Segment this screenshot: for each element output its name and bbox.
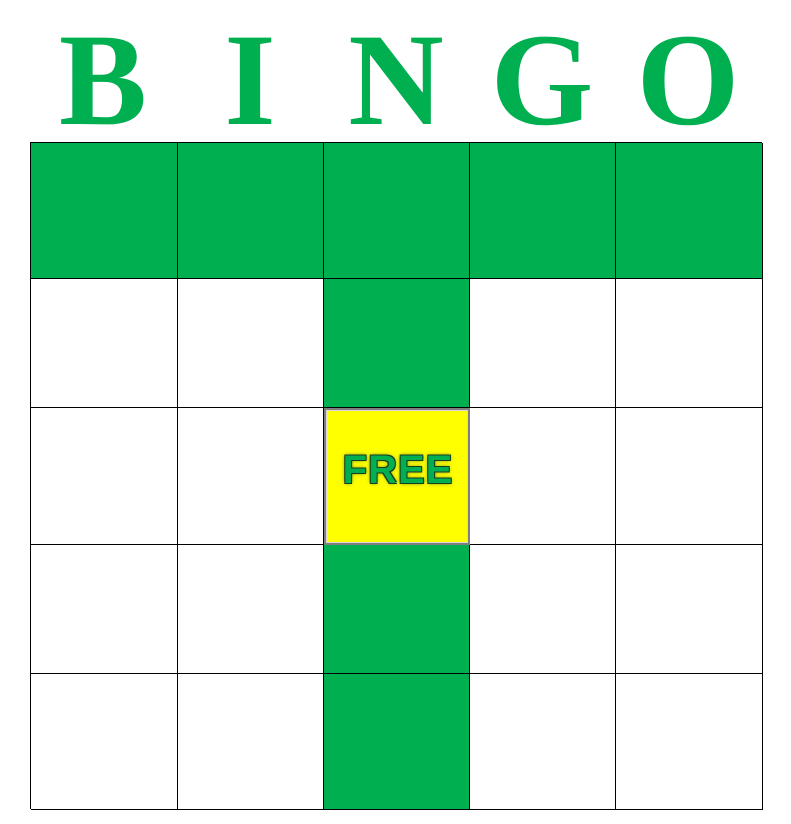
- bingo-header: B I N G O: [0, 0, 791, 146]
- bingo-cell-n-4[interactable]: [324, 545, 470, 674]
- bingo-cell-b-3[interactable]: [31, 408, 178, 545]
- bingo-cell-n-5[interactable]: [324, 674, 470, 810]
- bingo-cell-b-2[interactable]: [31, 279, 178, 408]
- bingo-cell-o-1[interactable]: [616, 143, 763, 279]
- header-letter-g: G: [490, 6, 594, 153]
- bingo-cell-g-3[interactable]: [470, 408, 616, 545]
- bingo-cell-b-1[interactable]: [31, 143, 178, 279]
- bingo-cell-i-5[interactable]: [178, 674, 324, 810]
- header-letter-o: O: [636, 6, 740, 153]
- header-letter-b: B: [58, 6, 148, 153]
- bingo-cell-n-1[interactable]: [324, 143, 470, 279]
- bingo-cell-b-4[interactable]: [31, 545, 178, 674]
- bingo-cell-n-2[interactable]: [324, 279, 470, 408]
- free-space-label: FREE: [342, 448, 454, 492]
- header-letter-n: N: [348, 6, 444, 153]
- bingo-cell-g-4[interactable]: [470, 545, 616, 674]
- bingo-cell-i-3[interactable]: [178, 408, 324, 545]
- bingo-cell-i-2[interactable]: [178, 279, 324, 408]
- bingo-cell-i-4[interactable]: [178, 545, 324, 674]
- bingo-cell-o-3[interactable]: [616, 408, 763, 545]
- bingo-cell-g-2[interactable]: [470, 279, 616, 408]
- bingo-cell-g-5[interactable]: [470, 674, 616, 810]
- header-letter-i: I: [224, 6, 276, 153]
- bingo-cell-o-4[interactable]: [616, 545, 763, 674]
- bingo-cell-o-2[interactable]: [616, 279, 763, 408]
- bingo-board: FREE: [30, 142, 763, 810]
- bingo-cell-o-5[interactable]: [616, 674, 763, 810]
- bingo-cell-g-1[interactable]: [470, 143, 616, 279]
- free-space-cell[interactable]: FREE: [324, 408, 470, 545]
- bingo-cell-i-1[interactable]: [178, 143, 324, 279]
- bingo-cell-b-5[interactable]: [31, 674, 178, 810]
